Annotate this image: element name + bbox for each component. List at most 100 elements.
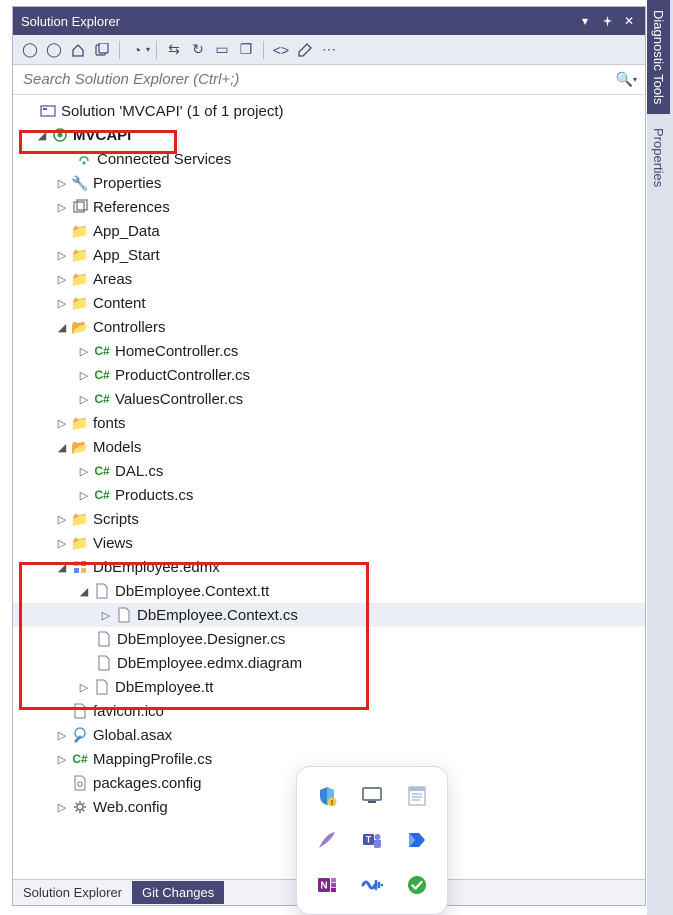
cs-file-icon: [93, 462, 111, 480]
expander-icon[interactable]: ▷: [55, 417, 69, 430]
tree-row-models[interactable]: ◢📂Models: [13, 435, 645, 459]
expander-icon[interactable]: ◢: [35, 129, 49, 142]
bottomtab-solution-explorer[interactable]: Solution Explorer: [13, 881, 132, 904]
tray-notepad-icon[interactable]: [398, 777, 437, 815]
file-icon: [95, 630, 113, 648]
tree-label: MVCAPI: [73, 127, 131, 144]
tree-row-dbemployee-context-tt[interactable]: ◢DbEmployee.Context.tt: [13, 579, 645, 603]
expander-icon[interactable]: ▷: [55, 201, 69, 214]
tree-row-products[interactable]: ▷Products.cs: [13, 483, 645, 507]
tree-row-scripts[interactable]: ▷📁Scripts: [13, 507, 645, 531]
tree-row-dbemployee-context-cs[interactable]: ▷DbEmployee.Context.cs: [13, 603, 645, 627]
tree-row-productcontroller[interactable]: ▷ProductController.cs: [13, 363, 645, 387]
svg-text:N: N: [320, 880, 327, 891]
tree-row-connected-services[interactable]: Connected Services: [13, 147, 645, 171]
refresh-button[interactable]: ↻: [187, 39, 209, 61]
tray-power-automate-icon[interactable]: [398, 821, 437, 859]
expander-icon[interactable]: ▷: [55, 753, 69, 766]
tree-row-solution[interactable]: ▶ Solution 'MVCAPI' (1 of 1 project): [13, 99, 645, 123]
cs-file-icon: [71, 750, 89, 768]
tray-wave-icon[interactable]: [352, 866, 391, 904]
tray-monitor-icon[interactable]: [352, 777, 391, 815]
filter-button[interactable]: ◔: [126, 39, 148, 61]
solution-tree[interactable]: ▶ Solution 'MVCAPI' (1 of 1 project) ◢ M…: [13, 95, 645, 823]
preview-button[interactable]: ⋯: [318, 39, 340, 61]
tree-row-references[interactable]: ▷References: [13, 195, 645, 219]
tree-row-dal[interactable]: ▷DAL.cs: [13, 459, 645, 483]
code-button[interactable]: <>: [270, 39, 292, 61]
tree-label: Solution 'MVCAPI' (1 of 1 project): [61, 103, 284, 120]
project-icon: [51, 126, 69, 144]
expander-icon[interactable]: ▷: [77, 465, 91, 478]
tree-row-content[interactable]: ▷📁Content: [13, 291, 645, 315]
bottomtab-git-changes[interactable]: Git Changes: [132, 881, 224, 904]
folder-icon: 📁: [71, 510, 89, 528]
tree-row-dbemployee-tt[interactable]: ▷ DbEmployee.tt: [13, 675, 645, 699]
tree-label: HomeController.cs: [115, 343, 238, 360]
folder-icon: 📁: [71, 270, 89, 288]
expander-icon[interactable]: ▷: [55, 297, 69, 310]
scope-button[interactable]: [91, 39, 113, 61]
tree-row-properties[interactable]: ▷🔧Properties: [13, 171, 645, 195]
tray-feather-icon[interactable]: [307, 821, 346, 859]
sidetab-diagnostic-tools[interactable]: Diagnostic Tools: [647, 0, 670, 114]
properties-button[interactable]: [294, 39, 316, 61]
tray-check-icon[interactable]: [398, 866, 437, 904]
show-all-button[interactable]: ❐: [235, 39, 257, 61]
expander-icon[interactable]: ▷: [77, 681, 91, 694]
search-input[interactable]: [21, 70, 612, 89]
tree-row-views[interactable]: ▷📁Views: [13, 531, 645, 555]
tree-row-project[interactable]: ◢ MVCAPI: [13, 123, 645, 147]
expander-icon[interactable]: ◢: [55, 321, 69, 334]
tree-row-dbemployee-edmx[interactable]: ◢DbEmployee.edmx: [13, 555, 645, 579]
wrench-icon: 🔧: [71, 174, 89, 192]
expander-icon[interactable]: ▷: [77, 369, 91, 382]
tree-row-app-data[interactable]: 📁App_Data: [13, 219, 645, 243]
expander-icon[interactable]: ▷: [55, 537, 69, 550]
expander-icon[interactable]: ▷: [55, 513, 69, 526]
config-icon: [71, 774, 89, 792]
expander-icon[interactable]: ▷: [77, 489, 91, 502]
expander-icon[interactable]: ▷: [55, 729, 69, 742]
window-dropdown-icon[interactable]: ▾: [577, 13, 593, 29]
tree-row-valuescontroller[interactable]: ▷ValuesController.cs: [13, 387, 645, 411]
nav-forward-button[interactable]: ◯: [43, 39, 65, 61]
sync-button[interactable]: ⇆: [163, 39, 185, 61]
expander-icon[interactable]: ▷: [77, 393, 91, 406]
svg-text:T: T: [366, 835, 372, 845]
tree-label: DbEmployee.tt: [115, 679, 213, 696]
tree-row-areas[interactable]: ▷📁Areas: [13, 267, 645, 291]
favicon-icon: [71, 702, 89, 720]
home-button[interactable]: [67, 39, 89, 61]
tray-security-icon[interactable]: !: [307, 777, 346, 815]
tree-label: Scripts: [93, 511, 139, 528]
expander-icon[interactable]: ▷: [55, 177, 69, 190]
expander-icon[interactable]: ▷: [55, 249, 69, 262]
expander-icon[interactable]: ◢: [55, 561, 69, 574]
expander-icon[interactable]: ▷: [77, 345, 91, 358]
tree-row-global-asax[interactable]: ▷Global.asax: [13, 723, 645, 747]
expander-icon[interactable]: ◢: [77, 585, 91, 598]
tree-row-app-start[interactable]: ▷📁App_Start: [13, 243, 645, 267]
tree-row-controllers[interactable]: ◢📂Controllers: [13, 315, 645, 339]
expander-icon[interactable]: ▷: [99, 609, 113, 622]
close-icon[interactable]: ✕: [621, 13, 637, 29]
nav-back-button[interactable]: ◯: [19, 39, 41, 61]
panel-title: Solution Explorer: [21, 14, 120, 29]
expander-icon[interactable]: ◢: [55, 441, 69, 454]
panel-titlebar: Solution Explorer ▾ ✕: [13, 7, 645, 35]
expander-icon[interactable]: ▷: [55, 801, 69, 814]
collapse-all-button[interactable]: ▭: [211, 39, 233, 61]
tree-row-dbemployee-diagram[interactable]: DbEmployee.edmx.diagram: [13, 651, 645, 675]
tree-row-homecontroller[interactable]: ▷ HomeController.cs: [13, 339, 645, 363]
tree-row-dbemployee-designer[interactable]: DbEmployee.Designer.cs: [13, 627, 645, 651]
pin-icon[interactable]: [599, 13, 615, 29]
tray-teams-icon[interactable]: T: [352, 821, 391, 859]
expander-icon[interactable]: ▷: [55, 273, 69, 286]
solution-icon: [39, 102, 57, 120]
tree-row-favicon[interactable]: favicon.ico: [13, 699, 645, 723]
tray-onenote-icon[interactable]: N: [307, 866, 346, 904]
tree-row-fonts[interactable]: ▷📁fonts: [13, 411, 645, 435]
sidetab-properties[interactable]: Properties: [647, 118, 670, 197]
tree-label: fonts: [93, 415, 126, 432]
